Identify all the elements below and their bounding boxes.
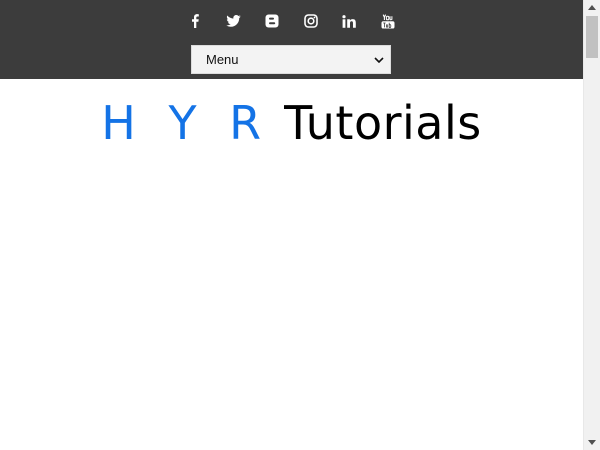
logo-tutorials-text: Tutorials	[284, 96, 482, 150]
scroll-up-arrow-icon[interactable]	[584, 0, 600, 15]
page-viewport: Menu H Y R Tutorials	[0, 0, 583, 450]
twitter-icon	[226, 15, 241, 27]
top-header-bar: Menu	[0, 0, 583, 79]
scrollbar-thumb[interactable]	[586, 16, 598, 58]
menu-dropdown-label: Menu	[206, 52, 239, 67]
scroll-down-arrow-icon[interactable]	[584, 435, 600, 450]
chevron-down-icon	[374, 56, 384, 63]
blogger-link[interactable]	[253, 10, 292, 32]
vertical-scrollbar[interactable]	[583, 0, 600, 450]
facebook-icon	[192, 14, 199, 28]
menu-dropdown-wrapper: Menu	[191, 45, 391, 74]
instagram-link[interactable]	[292, 10, 331, 32]
linkedin-icon	[342, 14, 357, 28]
blogger-icon	[265, 14, 279, 28]
menu-dropdown[interactable]: Menu	[191, 45, 391, 74]
instagram-icon	[303, 14, 318, 28]
linkedin-link[interactable]	[330, 10, 369, 32]
site-logo[interactable]: H Y R Tutorials	[0, 93, 583, 153]
facebook-link[interactable]	[176, 10, 215, 32]
twitter-link[interactable]	[214, 10, 253, 32]
youtube-link[interactable]	[369, 10, 408, 32]
youtube-icon	[381, 13, 395, 28]
social-links	[0, 10, 583, 32]
logo-brand-letters: H Y R	[101, 96, 271, 150]
